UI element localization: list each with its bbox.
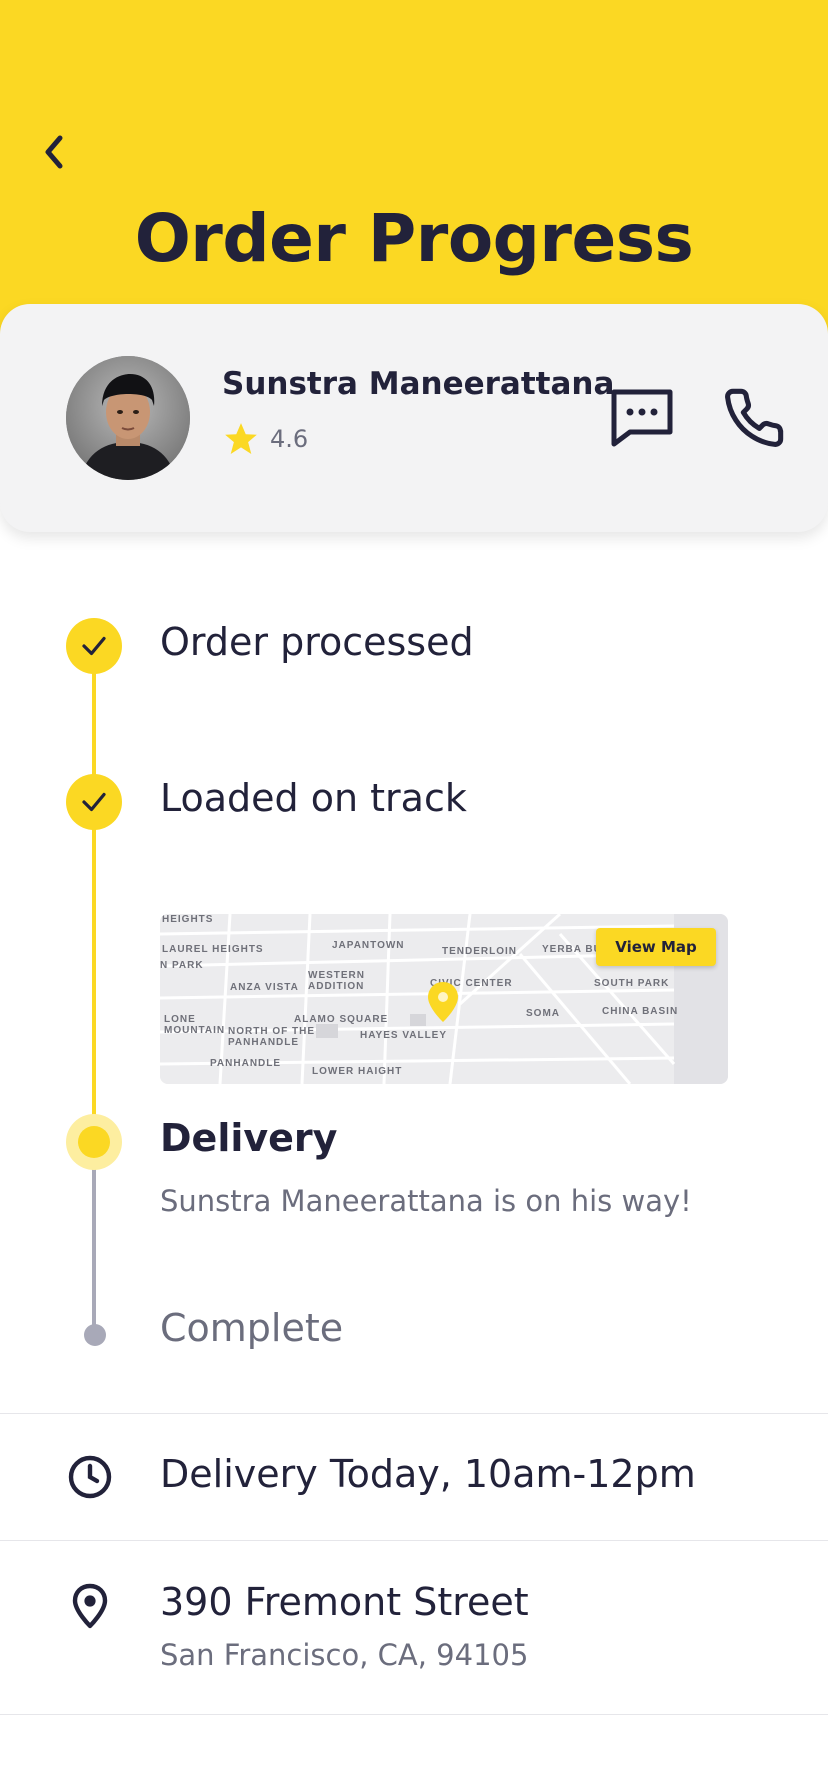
message-button[interactable] <box>608 386 676 450</box>
step-current-indicator <box>66 1114 122 1170</box>
back-button[interactable] <box>30 128 78 176</box>
step-subtitle: Sunstra Maneerattana is on his way! <box>160 1184 692 1218</box>
map-pin-icon <box>428 982 458 1022</box>
check-icon <box>82 792 106 812</box>
map-preview[interactable]: HEIGHTS LAUREL HEIGHTS JAPANTOWN TENDERL… <box>160 914 728 1084</box>
rating-value: 4.6 <box>270 425 309 453</box>
step-done-indicator <box>66 618 122 674</box>
divider <box>0 1413 828 1414</box>
star-icon <box>225 423 257 455</box>
chevron-left-icon <box>45 135 63 169</box>
message-icon <box>611 389 673 447</box>
divider <box>0 1540 828 1541</box>
step-done-indicator <box>66 774 122 830</box>
step-label: Complete <box>160 1306 344 1350</box>
view-map-button[interactable]: View Map <box>596 928 716 966</box>
step-pending-indicator <box>84 1324 106 1346</box>
driver-name: Sunstra Maneerattana <box>222 366 615 402</box>
location-pin-icon <box>72 1583 108 1629</box>
address-line1: 390 Fremont Street <box>160 1580 529 1624</box>
clock-icon <box>68 1455 112 1499</box>
step-label: Delivery <box>160 1116 338 1160</box>
phone-icon <box>725 388 784 447</box>
driver-rating: 4.6 <box>222 420 308 458</box>
timeline-line-done <box>92 646 96 1142</box>
timeline-line-pending <box>92 1142 96 1334</box>
delivery-window: Delivery Today, 10am-12pm <box>160 1452 696 1496</box>
address-line2: San Francisco, CA, 94105 <box>160 1638 529 1672</box>
step-label: Loaded on track <box>160 776 467 820</box>
call-button[interactable] <box>722 386 786 450</box>
step-label: Order processed <box>160 620 474 664</box>
divider <box>0 1714 828 1715</box>
check-icon <box>82 636 106 656</box>
header: Order Progress <box>0 0 828 340</box>
page-title: Order Progress <box>134 200 694 277</box>
avatar <box>66 356 190 480</box>
driver-card: Sunstra Maneerattana 4.6 <box>0 304 828 532</box>
